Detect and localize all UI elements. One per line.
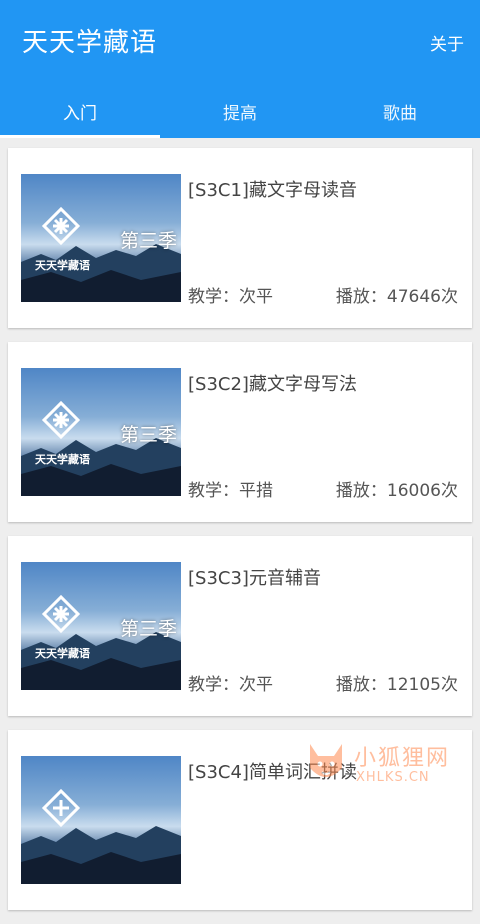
site-watermark: 小狐狸网 XHLKS.CN	[304, 736, 474, 792]
lesson-list: 第三季 天天学藏语 [S3C1]藏文字母读音 教学：次平 播放：47646次 第…	[8, 148, 472, 924]
season-label: 第三季	[119, 230, 177, 252]
tab-songs[interactable]: 歌曲	[320, 84, 480, 138]
brand-label: 天天学藏语	[35, 453, 90, 466]
lesson-teacher: 教学：平措	[188, 481, 273, 501]
season-label: 第三季	[119, 618, 177, 640]
lesson-card[interactable]: 第三季 天天学藏语 [S3C2]藏文字母写法 教学：平措 播放：16006次	[8, 342, 472, 522]
tab-bar: 入门 提高 歌曲	[0, 84, 480, 138]
lesson-teacher: 教学：次平	[188, 287, 273, 307]
brand-label: 天天学藏语	[35, 259, 90, 272]
about-button[interactable]: 关于	[430, 30, 464, 55]
app-bar: 天天学藏语 关于 入门 提高 歌曲	[0, 0, 480, 138]
fox-logo-icon	[310, 744, 342, 777]
lesson-play-count: 播放：16006次	[335, 481, 458, 501]
lesson-play-count: 播放：12105次	[335, 675, 458, 695]
lesson-thumbnail: 第三季 天天学藏语	[21, 368, 181, 496]
endless-knot-icon	[41, 400, 81, 440]
endless-knot-icon	[41, 788, 81, 828]
lesson-teacher: 教学：次平	[188, 675, 273, 695]
watermark-cn: 小狐狸网	[354, 746, 451, 771]
lesson-card[interactable]: 第三季 天天学藏语 [S3C3]元音辅音 教学：次平 播放：12105次	[8, 536, 472, 716]
lesson-title: [S3C2]藏文字母写法	[188, 374, 357, 395]
watermark-en: XHLKS.CN	[356, 770, 430, 785]
lesson-play-count: 播放：47646次	[335, 287, 458, 307]
lesson-title: [S3C1]藏文字母读音	[188, 180, 357, 201]
tab-beginner[interactable]: 入门	[0, 84, 160, 138]
lesson-thumbnail	[21, 756, 181, 884]
lesson-card[interactable]: 第三季 天天学藏语 [S3C1]藏文字母读音 教学：次平 播放：47646次	[8, 148, 472, 328]
season-label: 第三季	[119, 424, 177, 446]
endless-knot-icon	[41, 206, 81, 246]
lesson-thumbnail: 第三季 天天学藏语	[21, 562, 181, 690]
lesson-thumbnail: 第三季 天天学藏语	[21, 174, 181, 302]
tab-advanced[interactable]: 提高	[160, 84, 320, 138]
app-title: 天天学藏语	[22, 28, 158, 58]
brand-label: 天天学藏语	[35, 647, 90, 660]
lesson-title: [S3C3]元音辅音	[188, 568, 321, 589]
endless-knot-icon	[41, 594, 81, 634]
